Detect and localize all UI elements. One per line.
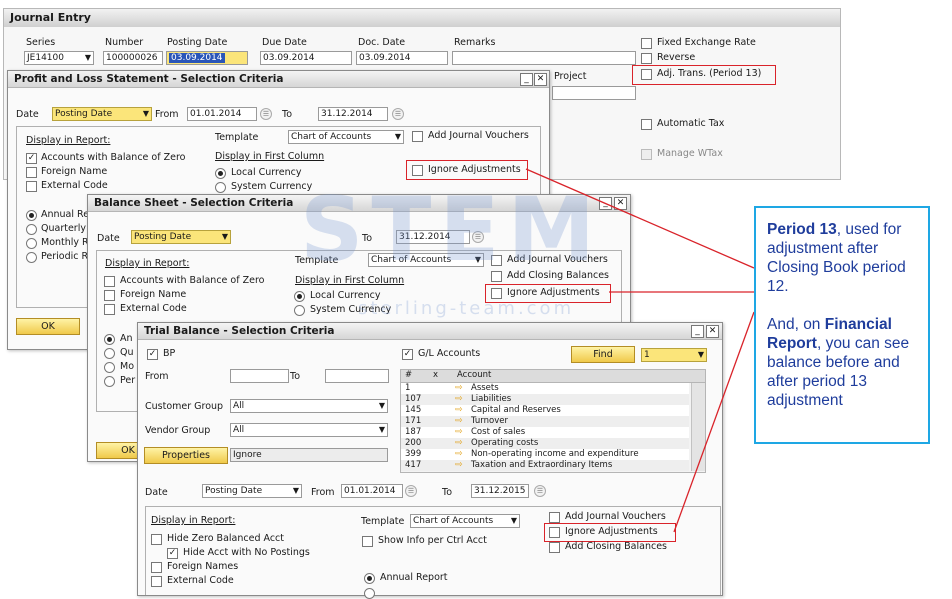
callout-paragraph-2: And, on Financial Report, you can see ba… [767,315,918,410]
connector-line-tb [673,311,755,533]
callout-box: Period 13, used for adjustment after Clo… [754,206,930,444]
callout-p1-bold: Period 13 [767,221,837,238]
callout-p2-start: And, on [767,316,825,333]
callout-paragraph-1: Period 13, used for adjustment after Clo… [767,220,918,296]
connector-line-pnl [525,168,755,269]
